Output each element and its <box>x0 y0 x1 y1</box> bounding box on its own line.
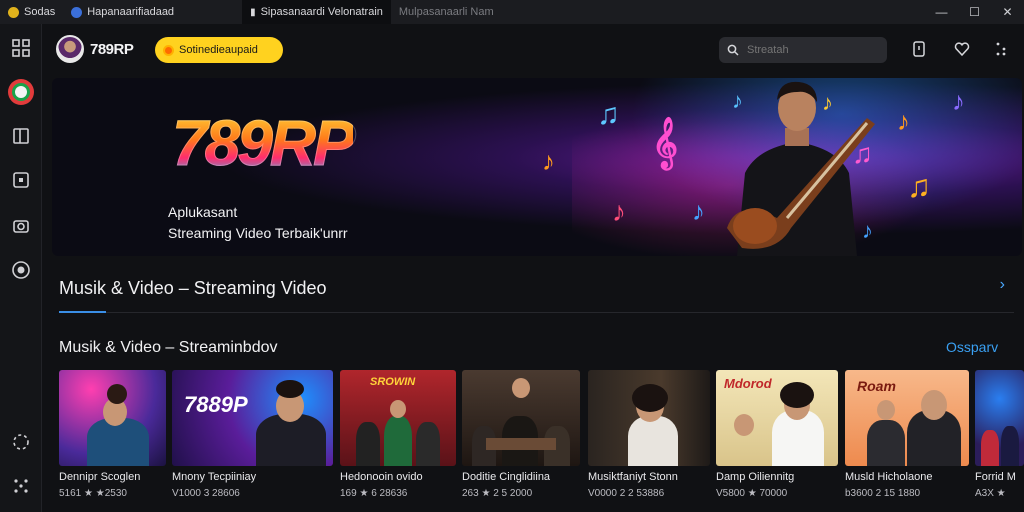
video-card-title: Dennipr Scoglen <box>59 471 141 483</box>
window-titlebar: Sodas Hapanaarifiadaad ▮ Sipasanaardi Ve… <box>0 0 1024 24</box>
music-note-icon: ♪ <box>692 196 705 226</box>
video-card[interactable]: Doditie Cinglidiina 263 ★ 2 5 2000 <box>462 370 580 499</box>
more-dots-icon[interactable] <box>11 476 31 496</box>
hero-subtitle-line1: Aplukasant <box>168 204 238 220</box>
thumbnail-logo-text: 7889P <box>184 392 248 417</box>
grid-menu-icon[interactable] <box>11 38 31 58</box>
more-icon[interactable] <box>991 39 1011 59</box>
minimize-button[interactable]: — <box>925 0 958 24</box>
brand-name: 789RP <box>90 41 134 58</box>
video-card-title: Hedonooin ovido <box>340 471 423 483</box>
promo-pill-label: Sotinedieaupaid <box>179 44 258 56</box>
video-thumbnail: SROWIN <box>340 370 456 466</box>
music-note-icon: ♪ <box>542 146 555 176</box>
document-icon: ▮ <box>250 6 256 18</box>
video-thumbnail: 7889P <box>172 370 333 466</box>
chevron-right-icon[interactable]: › <box>1000 276 1005 294</box>
music-note-icon: ♪ <box>897 106 910 136</box>
maximize-button[interactable]: ☐ <box>958 0 991 24</box>
video-icon[interactable] <box>11 170 31 190</box>
window-controls: — ☐ ✕ <box>925 0 1024 24</box>
see-all-link[interactable]: Ossparv <box>946 339 998 355</box>
phone-icon[interactable] <box>909 39 929 59</box>
promo-pill-button[interactable]: Sotinedieaupaid <box>155 37 283 63</box>
video-thumbnail <box>975 370 1024 466</box>
video-thumbnail: Mdorod <box>716 370 838 466</box>
tab-label: Hapanaarifiadaad <box>87 6 175 18</box>
video-card[interactable]: SROWIN Hedonooin ovido 169 ★ 6 28636 <box>340 370 456 499</box>
app-header: 789RP Sotinedieaupaid <box>43 24 1024 76</box>
hero-subtitle-line2: Streaming Video Terbaik'unrr <box>168 225 348 241</box>
video-card-title: Mnony Tecpiiniay <box>172 471 257 483</box>
video-card-title: Damp Oiliennitg <box>716 471 795 483</box>
video-thumbnail <box>462 370 580 466</box>
sidebar <box>0 24 42 512</box>
music-note-icon: ♪ <box>612 196 626 227</box>
video-thumbnail <box>588 370 710 466</box>
tab-label: Sodas <box>24 6 56 18</box>
video-card-meta: V0000 2 2 53886 <box>588 488 665 499</box>
profile-icon[interactable] <box>11 260 31 280</box>
hero-banner[interactable]: 789RP Aplukasant Streaming Video Terbaik… <box>52 78 1022 256</box>
section-title: Musik & Video – Streaming Video <box>59 277 327 298</box>
thumbnail-logo-text: Mdorod <box>724 376 772 391</box>
browser-tab-3[interactable]: ▮ Sipasanaardi Velonatrain <box>242 0 391 24</box>
video-card[interactable]: Forrid M A3X ★ <box>975 370 1024 499</box>
video-card-meta: 5161 ★ ★2530 <box>59 488 127 499</box>
thumbnail-logo-text: SROWIN <box>370 376 416 388</box>
video-card-meta: V5800 ★ 70000 <box>716 488 788 499</box>
camera-icon[interactable] <box>11 216 31 236</box>
video-card[interactable]: Roam Musld Hicholaone b3600 2 15 1880 <box>845 370 969 499</box>
section-underline <box>59 311 106 313</box>
music-note-icon: ♪ <box>952 86 965 116</box>
guitarist-illustration <box>727 81 875 256</box>
video-thumbnail <box>59 370 166 466</box>
video-card-title: Musld Hicholaone <box>845 471 933 483</box>
video-card[interactable]: Musiktfaniyt Stonn V0000 2 2 53886 <box>588 370 710 499</box>
browser-tab-4[interactable]: Mulpasanaarli Nam <box>391 0 502 24</box>
app-logo-icon[interactable] <box>7 78 35 106</box>
video-card-meta: b3600 2 15 1880 <box>845 488 921 499</box>
music-note-icon: 𝄞 <box>652 118 679 167</box>
video-card-meta: 169 ★ 6 28636 <box>340 488 408 499</box>
browser-tab-2[interactable]: Hapanaarifiadaad <box>63 0 182 24</box>
tab-label: Sipasanaardi Velonatrain <box>260 6 383 18</box>
tab-label: Mulpasanaarli Nam <box>398 6 494 18</box>
library-icon[interactable] <box>11 126 31 146</box>
video-card-title: Doditie Cinglidiina <box>462 471 551 483</box>
section-divider <box>59 312 1014 313</box>
loading-icon[interactable] <box>11 432 31 452</box>
video-card[interactable]: 7889P Mnony Tecpiiniay V1000 3 28606 <box>172 370 333 499</box>
video-card-row: Dennipr Scoglen 5161 ★ ★2530 7889P Mnony… <box>59 370 1024 512</box>
video-card-meta: A3X ★ <box>975 488 1006 499</box>
video-card-meta: V1000 3 28606 <box>172 488 240 499</box>
hero-logo: 789RP <box>172 107 357 180</box>
music-note-icon: ♫ <box>597 98 620 131</box>
video-card[interactable]: Dennipr Scoglen 5161 ★ ★2530 <box>59 370 166 499</box>
record-icon <box>163 44 174 56</box>
heart-icon[interactable] <box>952 39 972 59</box>
search-icon <box>727 44 739 56</box>
search-input[interactable] <box>747 44 877 56</box>
thumbnail-logo-text: Roam <box>857 378 896 394</box>
browser-tab-1[interactable]: Sodas <box>0 0 63 24</box>
video-thumbnail: Roam <box>845 370 969 466</box>
row-title: Musik & Video – Streaminbdov <box>59 339 278 356</box>
video-card-title: Musiktfaniyt Stonn <box>588 471 678 483</box>
search-box[interactable] <box>719 37 887 63</box>
music-note-icon: ♫ <box>907 168 931 204</box>
section-header: Musik & Video – Streaming Video › <box>59 276 1009 300</box>
avatar[interactable] <box>56 35 84 63</box>
video-card-title: Forrid M <box>975 471 1016 483</box>
video-card-meta: 263 ★ 2 5 2000 <box>462 488 533 499</box>
app-icon <box>71 6 83 18</box>
close-button[interactable]: ✕ <box>991 0 1024 24</box>
video-card[interactable]: Mdorod Damp Oiliennitg V5800 ★ 70000 <box>716 370 838 499</box>
app-icon <box>8 6 19 18</box>
